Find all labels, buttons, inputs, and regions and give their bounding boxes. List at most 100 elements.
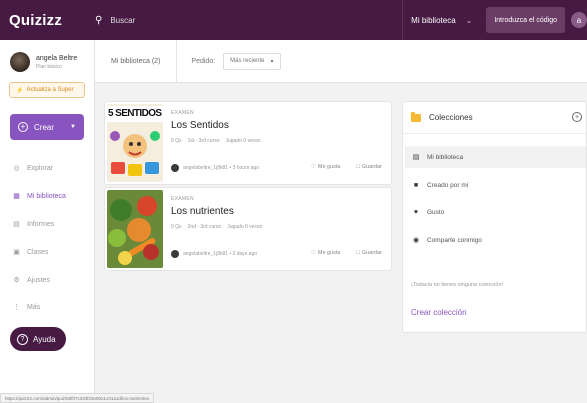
status-url-bar: https://quizizz.com/admin/quiz/60f07c333… bbox=[0, 393, 155, 403]
top-bar: Quizizz ⚲ Mi biblioteca ⌄ Introduzca el … bbox=[0, 0, 587, 40]
quiz-meta: 9 Qs 1st - 3rd curso Jugado 0 veces bbox=[171, 138, 261, 144]
search-icon[interactable]: ⚲ bbox=[95, 15, 102, 26]
quiz-actions: ♡ Me gusta □ Guardar bbox=[308, 160, 385, 174]
profile[interactable]: angela Beltre Plan básico bbox=[0, 40, 94, 72]
collection-item-label: Mi biblioteca bbox=[427, 153, 464, 161]
order-value: Más reciente bbox=[230, 58, 265, 64]
folder-icon: ■ bbox=[413, 181, 419, 189]
folder-icon: □ bbox=[356, 164, 360, 170]
plus-icon: + bbox=[18, 122, 28, 132]
collection-item-liked[interactable]: ♥ Gusto bbox=[405, 201, 586, 223]
gear-icon: ⚙ bbox=[13, 277, 20, 284]
questions-count: 9 Qs bbox=[171, 138, 182, 144]
compass-icon: ◎ bbox=[13, 165, 20, 172]
quiz-author: angelabeltre_1j8k81 • 2 days ago bbox=[171, 250, 257, 258]
folder-icon bbox=[411, 111, 421, 122]
quiz-type: EXAMEN bbox=[171, 196, 194, 202]
caret-down-icon: ▼ bbox=[70, 124, 76, 130]
grade-level: 2nd - 3rd curso bbox=[187, 224, 222, 230]
folder-open-icon: ▤ bbox=[412, 154, 420, 161]
sidebar-item-label: Ajustes bbox=[27, 276, 50, 284]
sidebar-item-settings[interactable]: ⚙ Ajustes bbox=[12, 276, 50, 285]
order-label: Pedido: bbox=[191, 57, 216, 65]
library-dropdown[interactable]: Mi biblioteca ⌄ bbox=[402, 0, 480, 40]
classes-icon: ▣ bbox=[13, 249, 20, 256]
quizizz-logo[interactable]: Quizizz bbox=[0, 12, 95, 29]
author-avatar bbox=[171, 164, 179, 172]
quiz-thumbnail: 5 SENTIDOS bbox=[107, 104, 163, 182]
collection-item-label: Creado por mí bbox=[427, 181, 469, 189]
quiz-card-sentidos[interactable]: 5 SENTIDOS EXAMEN Los Sentidos 9 Qs 1st … bbox=[104, 101, 392, 185]
folder-icon: □ bbox=[356, 250, 360, 256]
order-select[interactable]: Más reciente ▾ bbox=[223, 52, 281, 70]
create-collection-link[interactable]: Crear colección bbox=[411, 308, 467, 317]
sidebar-item-explore[interactable]: ◎ Explorar bbox=[12, 164, 54, 173]
caret-down-icon: ▾ bbox=[270, 58, 274, 65]
quiz-actions: ♡ Me gusta □ Guardar bbox=[308, 246, 385, 260]
save-label: Guardar bbox=[361, 250, 382, 256]
heart-icon: ♡ bbox=[310, 164, 316, 170]
collections-panel: Colecciones + ▤ Mi biblioteca ■ Creado p… bbox=[402, 101, 587, 333]
like-button[interactable]: ♡ Me gusta bbox=[308, 160, 344, 174]
help-label: Ayuda bbox=[33, 334, 56, 344]
grade-level: 1st - 3rd curso bbox=[187, 138, 220, 144]
author-avatar bbox=[171, 250, 179, 258]
save-label: Guardar bbox=[361, 164, 382, 170]
collection-item-my-library[interactable]: ▤ Mi biblioteca bbox=[405, 146, 586, 168]
sidebar-item-label: Clases bbox=[27, 248, 49, 256]
empty-collections-text: ¡Todavía no tienes ninguna colección! bbox=[411, 282, 504, 288]
add-collection-icon[interactable]: + bbox=[572, 112, 582, 122]
quiz-author: angelabeltre_1j8k81 • 3 hours ago bbox=[171, 164, 259, 172]
search-input[interactable] bbox=[110, 15, 311, 25]
filter-bar: Mi biblioteca (2) Pedido: Más reciente ▾ bbox=[95, 39, 587, 83]
vegetables-image bbox=[107, 190, 163, 268]
sidebar-item-label: Mi biblioteca bbox=[27, 192, 66, 200]
questions-count: 9 Qs bbox=[171, 224, 182, 230]
quiz-title[interactable]: Los nutrientes bbox=[171, 206, 234, 217]
more-icon: ⋮ bbox=[13, 304, 20, 311]
heart-icon: ♡ bbox=[310, 250, 316, 256]
sidebar-item-label: Explorar bbox=[27, 164, 54, 172]
collection-item-shared[interactable]: ◉ Comparte conmigo bbox=[405, 229, 586, 251]
search-area: ⚲ bbox=[95, 0, 402, 40]
collection-item-label: Comparte conmigo bbox=[427, 236, 482, 244]
quiz-card-nutrientes[interactable]: EXAMEN Los nutrientes 9 Qs 2nd - 3rd cur… bbox=[104, 187, 392, 271]
save-button[interactable]: □ Guardar bbox=[353, 246, 385, 260]
collections-title: Colecciones bbox=[429, 113, 473, 122]
collection-item-created-by-me[interactable]: ■ Creado por mí bbox=[405, 174, 586, 196]
quiz-meta: 9 Qs 2nd - 3rd curso Jugado 0 veces bbox=[171, 224, 262, 230]
like-label: Me gusta bbox=[317, 164, 341, 170]
profile-plan: Plan básico bbox=[36, 63, 62, 70]
like-button[interactable]: ♡ Me gusta bbox=[308, 246, 344, 260]
library-icon: ▦ bbox=[13, 193, 20, 200]
library-count-tab[interactable]: Mi biblioteca (2) bbox=[95, 39, 178, 83]
sidebar-item-label: Más bbox=[27, 303, 41, 311]
user-avatar[interactable]: a bbox=[571, 12, 587, 28]
help-icon: ? bbox=[17, 333, 28, 345]
create-button[interactable]: + Crear ▼ bbox=[10, 114, 84, 140]
collection-item-label: Gusto bbox=[427, 208, 445, 216]
author-text: angelabeltre_1j8k81 • 3 hours ago bbox=[183, 165, 259, 171]
collections-header: Colecciones + bbox=[403, 102, 587, 134]
quiz-title[interactable]: Los Sentidos bbox=[171, 120, 229, 131]
chevron-down-icon: ⌄ bbox=[465, 15, 473, 25]
sidebar-item-library[interactable]: ▦ Mi biblioteca bbox=[12, 192, 66, 201]
join-code-button[interactable]: Introduzca el código bbox=[486, 7, 565, 33]
profile-avatar bbox=[10, 52, 30, 72]
sidebar-item-reports[interactable]: ▤ Informes bbox=[12, 220, 55, 229]
sidebar-item-more[interactable]: ⋮ Más bbox=[12, 303, 41, 312]
library-label: Mi biblioteca bbox=[411, 15, 456, 25]
played-count: Jugado 0 veces bbox=[225, 138, 261, 144]
heart-icon: ♥ bbox=[413, 208, 419, 216]
quiz-type: EXAMEN bbox=[171, 110, 194, 116]
upgrade-button[interactable]: ⚡ Actualiza a Super bbox=[9, 82, 85, 98]
sidebar-item-classes[interactable]: ▣ Clases bbox=[12, 248, 49, 257]
thumbnail-title: 5 SENTIDOS bbox=[108, 108, 162, 119]
help-button[interactable]: ? Ayuda bbox=[10, 327, 66, 351]
profile-name: angela Beltre bbox=[36, 54, 78, 62]
sidebar-item-label: Informes bbox=[27, 220, 55, 228]
author-text: angelabeltre_1j8k81 • 2 days ago bbox=[183, 251, 258, 257]
quiz-thumbnail bbox=[107, 190, 163, 268]
bolt-icon: ⚡ bbox=[16, 87, 24, 94]
save-button[interactable]: □ Guardar bbox=[353, 160, 385, 174]
